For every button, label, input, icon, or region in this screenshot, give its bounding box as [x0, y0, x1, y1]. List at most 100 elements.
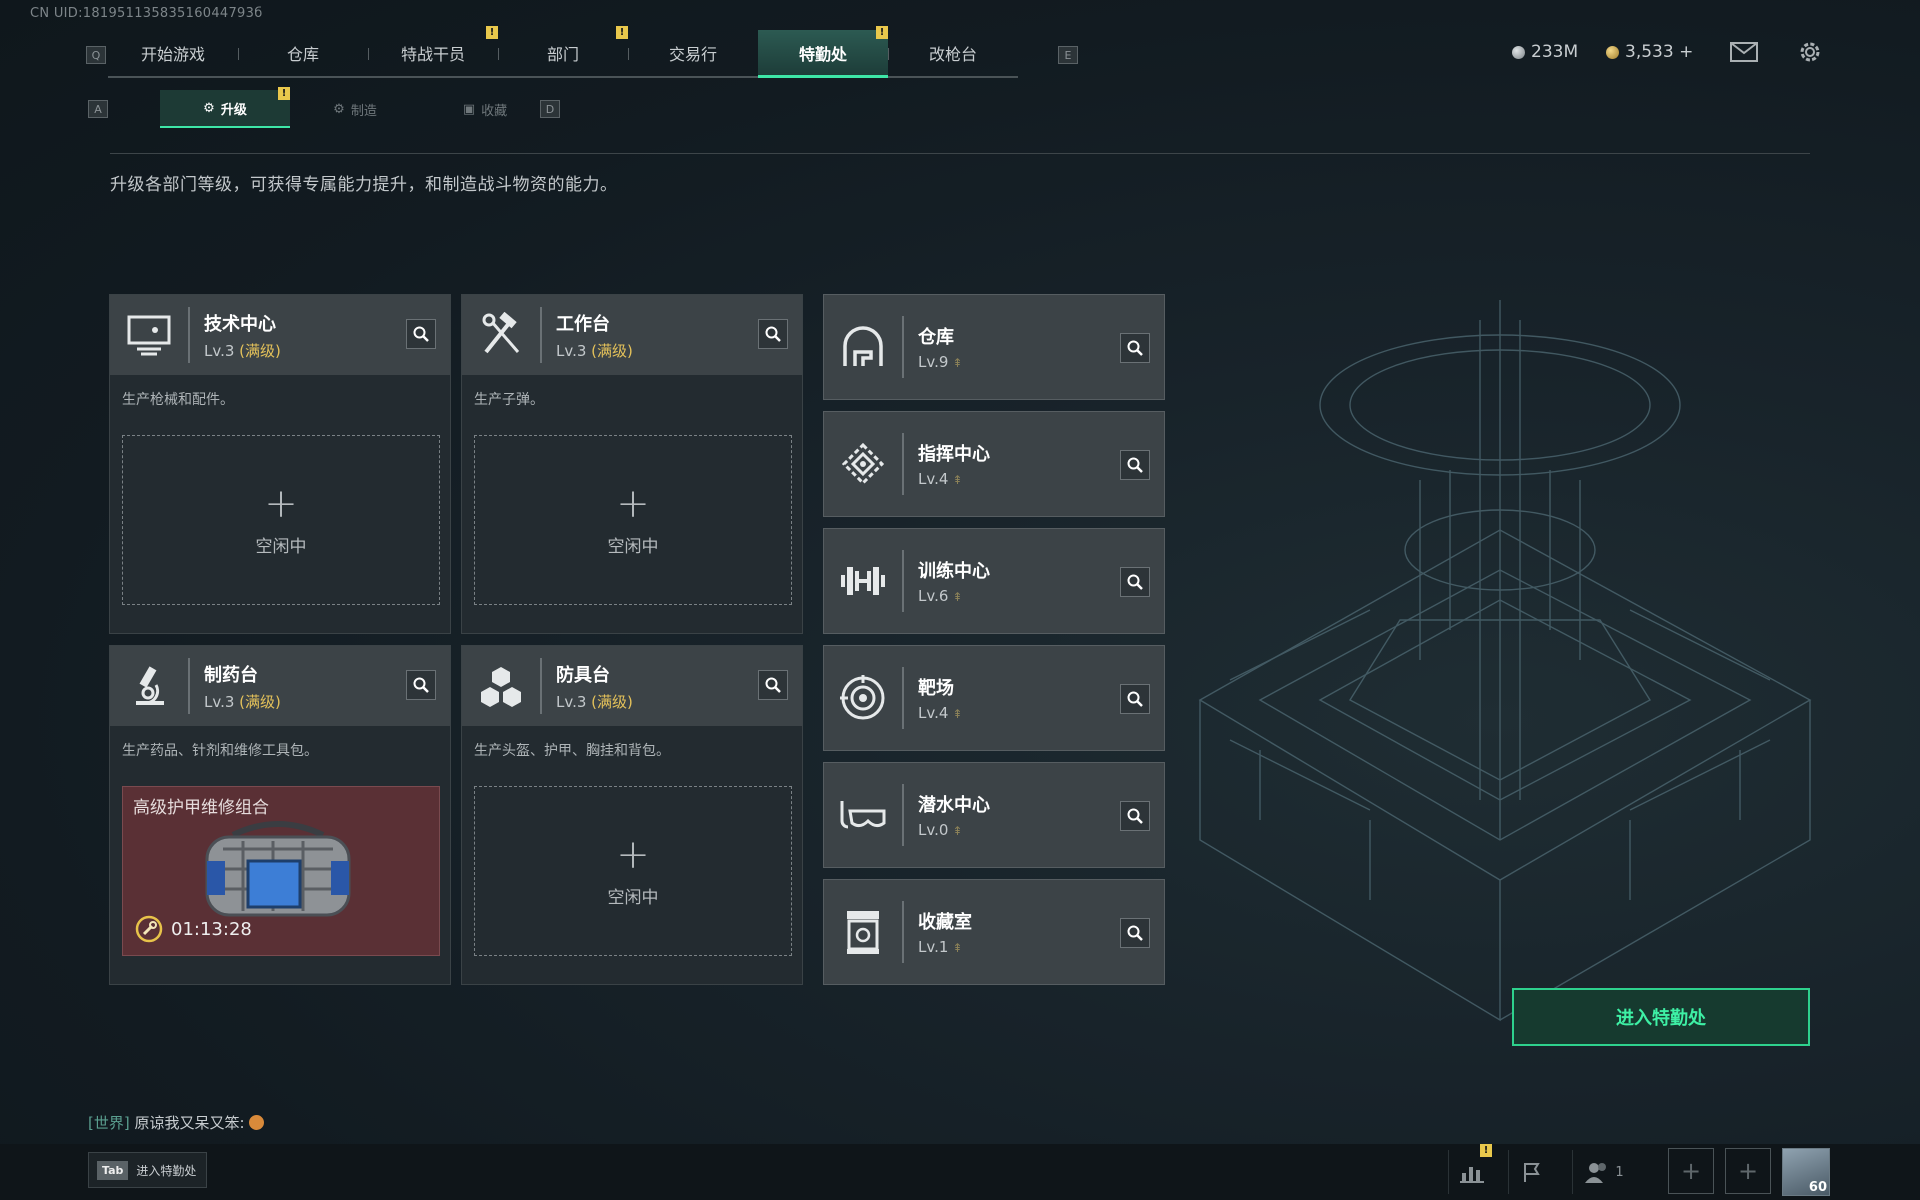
microscope-icon — [110, 658, 190, 714]
world-chat[interactable]: [世界] 原谅我又呆又笨: — [88, 1112, 265, 1133]
card-title: 指挥中心 — [918, 444, 990, 465]
card-title: 仓库 — [918, 327, 954, 348]
card-title: 工作台 — [556, 313, 610, 335]
sub-tabs: ⚙ 升级 ! ⚙ 制造 ▣ 收藏 — [160, 87, 550, 128]
diving-mask-icon — [824, 784, 904, 846]
storage-arch-icon — [824, 316, 904, 378]
warning-icon: ! — [1480, 1144, 1492, 1157]
dumbbell-icon — [824, 550, 904, 612]
plus-icon: + — [264, 480, 298, 527]
target-icon — [824, 667, 904, 729]
subtab-prev-key[interactable]: A — [88, 100, 108, 118]
search-icon[interactable] — [758, 319, 788, 349]
tab-trading[interactable]: 交易行 — [628, 30, 758, 76]
gold-coin-icon — [1606, 45, 1619, 59]
card-collection-room[interactable]: 收藏室 Lv.1 ⇞ — [823, 879, 1165, 985]
add-slot-button[interactable]: + — [1725, 1148, 1771, 1194]
friends-icon — [1585, 1163, 1607, 1183]
nav-next-key[interactable]: E — [1058, 46, 1078, 64]
subtab-next-key[interactable]: D — [540, 100, 560, 118]
tab-hint[interactable]: Tab 进入特勤处 — [88, 1152, 208, 1188]
craft-timer: 01:13:28 — [135, 915, 252, 943]
card-training-center[interactable]: 训练中心 Lv.6 ⇞ — [823, 528, 1165, 634]
add-slot-button[interactable]: + — [1668, 1148, 1714, 1194]
card-title: 制药台 — [204, 664, 258, 686]
page-description: 升级各部门等级，可获得专属能力提升，和制造战斗物资的能力。 — [110, 175, 618, 195]
card-title: 防具台 — [556, 664, 610, 686]
tab-gunsmith[interactable]: 改枪台 — [888, 30, 1018, 76]
search-icon[interactable] — [406, 319, 436, 349]
search-icon[interactable] — [1120, 918, 1150, 948]
warning-icon: ! — [486, 26, 498, 39]
craft-icon: ⚙ — [333, 101, 345, 117]
divider — [110, 153, 1810, 154]
level-up-arrow-icon: ⇞ — [952, 707, 963, 721]
mail-icon[interactable] — [1728, 36, 1760, 68]
computer-icon — [110, 307, 190, 363]
search-icon[interactable] — [1120, 801, 1150, 831]
friends-button[interactable]: 1 — [1572, 1150, 1636, 1194]
enter-special-ops-button[interactable]: 进入特勤处 — [1512, 988, 1810, 1046]
stats-chart-icon[interactable]: ! — [1448, 1144, 1494, 1194]
card-description: 生产药品、针剂和维修工具包。 — [122, 743, 318, 759]
idle-slot[interactable]: + 空闲中 — [122, 435, 440, 605]
command-emblem-icon — [824, 433, 904, 495]
warning-icon: ! — [616, 26, 628, 39]
card-description: 生产头盔、护甲、胸挂和背包。 — [474, 743, 670, 759]
level-up-arrow-icon: ⇞ — [952, 356, 963, 370]
cubes-icon — [462, 658, 542, 714]
card-armor-bench[interactable]: 防具台 Lv.3 (满级) 生产头盔、护甲、胸挂和背包。 + 空闲中 — [461, 645, 803, 985]
uid-label: CN UID:18195113583516044793б — [30, 6, 263, 21]
search-icon[interactable] — [1120, 567, 1150, 597]
search-icon[interactable] — [758, 670, 788, 700]
tab-warehouse[interactable]: 仓库 — [238, 30, 368, 76]
player-avatar[interactable]: 60 — [1782, 1148, 1830, 1196]
crafting-slot[interactable]: 高级护甲维修组合 01:13:28 — [122, 786, 440, 956]
tab-special-ops[interactable]: 特勤处! — [758, 26, 888, 78]
tab-departments[interactable]: 部门! — [498, 26, 628, 76]
search-icon[interactable] — [1120, 333, 1150, 363]
card-diving-center[interactable]: 潜水中心 Lv.0 ⇞ — [823, 762, 1165, 868]
collection-icon: ▣ — [462, 101, 476, 117]
tab-start-game[interactable]: 开始游戏 — [108, 30, 238, 76]
upgrade-icon: ⚙ — [203, 100, 215, 116]
level-up-arrow-icon: ⇞ — [952, 590, 963, 604]
wrench-timer-icon — [135, 915, 163, 943]
settings-gear-icon[interactable] — [1794, 36, 1826, 68]
tab-operators[interactable]: 特战干员! — [368, 26, 498, 76]
card-tech-center[interactable]: 技术中心 Lv.3 (满级) 生产枪械和配件。 + 空闲中 — [109, 294, 451, 634]
display-case-icon — [824, 901, 904, 963]
card-description: 生产子弹。 — [474, 392, 544, 408]
base-wireframe-illustration — [1170, 280, 1850, 1064]
card-title: 训练中心 — [918, 561, 990, 582]
hammer-wrench-icon — [462, 307, 542, 363]
level-up-arrow-icon: ⇞ — [952, 824, 963, 838]
gold-currency[interactable]: 3,533 + — [1606, 42, 1693, 62]
nav-prev-key[interactable]: Q — [86, 46, 106, 64]
emoji-icon — [249, 1115, 265, 1130]
search-icon[interactable] — [1120, 684, 1150, 714]
flag-icon[interactable] — [1508, 1150, 1554, 1194]
search-icon[interactable] — [1120, 450, 1150, 480]
card-storage[interactable]: 仓库 Lv.9 ⇞ — [823, 294, 1165, 400]
repair-bag-icon — [193, 817, 363, 931]
plus-icon: + — [616, 480, 650, 527]
level-up-arrow-icon: ⇞ — [952, 941, 963, 955]
search-icon[interactable] — [406, 670, 436, 700]
card-title: 收藏室 — [918, 912, 972, 933]
level-up-arrow-icon: ⇞ — [952, 473, 963, 487]
idle-slot[interactable]: + 空闲中 — [474, 435, 792, 605]
card-pharmacy[interactable]: 制药台 Lv.3 (满级) 生产药品、针剂和维修工具包。 高级护甲维修组合 01… — [109, 645, 451, 985]
craft-item-name: 高级护甲维修组合 — [133, 798, 269, 818]
subtab-craft[interactable]: ⚙ 制造 — [290, 90, 420, 128]
silver-coin-icon — [1512, 45, 1525, 59]
card-command-center[interactable]: 指挥中心 Lv.4 ⇞ — [823, 411, 1165, 517]
card-shooting-range[interactable]: 靶场 Lv.4 ⇞ — [823, 645, 1165, 751]
idle-slot[interactable]: + 空闲中 — [474, 786, 792, 956]
subtab-collection[interactable]: ▣ 收藏 — [420, 90, 550, 128]
card-workbench[interactable]: 工作台 Lv.3 (满级) 生产子弹。 + 空闲中 — [461, 294, 803, 634]
plus-icon: + — [616, 831, 650, 878]
main-nav: 开始游戏 仓库 特战干员! 部门! 交易行 特勤处! 改枪台 — [108, 26, 1018, 78]
card-title: 潜水中心 — [918, 795, 990, 816]
subtab-upgrade[interactable]: ⚙ 升级 ! — [160, 87, 290, 128]
